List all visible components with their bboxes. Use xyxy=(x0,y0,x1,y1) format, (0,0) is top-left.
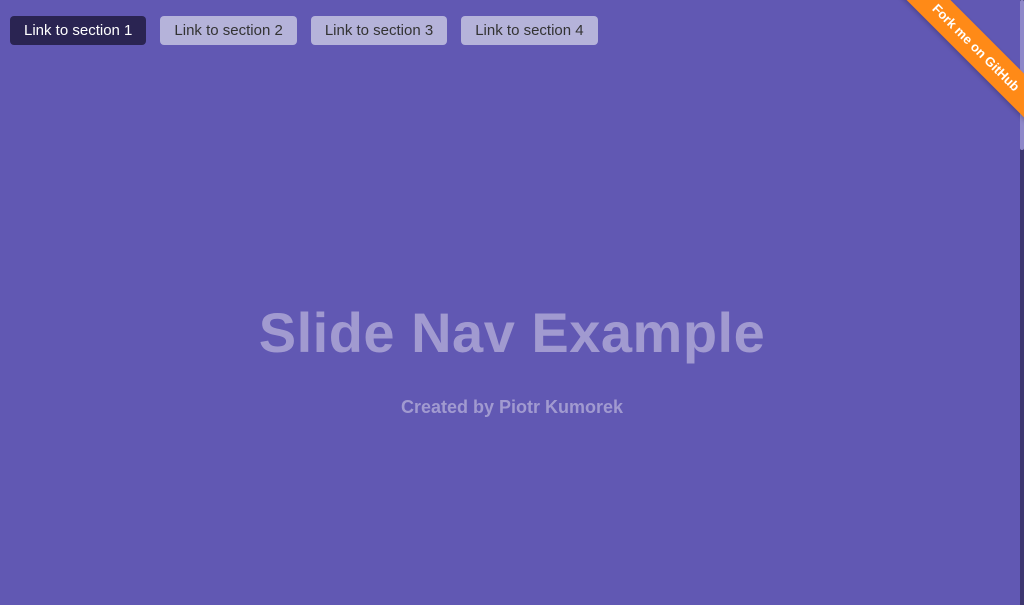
hero-section: Slide Nav Example Created by Piotr Kumor… xyxy=(0,300,1024,418)
section-nav: Link to section 1 Link to section 2 Link… xyxy=(10,16,598,45)
github-ribbon[interactable]: Fork me on GitHub xyxy=(887,0,1024,136)
nav-link-section-2[interactable]: Link to section 2 xyxy=(160,16,296,45)
hero-title: Slide Nav Example xyxy=(0,300,1024,365)
hero-subtitle: Created by Piotr Kumorek xyxy=(0,397,1024,418)
nav-link-section-4[interactable]: Link to section 4 xyxy=(461,16,597,45)
nav-link-section-1[interactable]: Link to section 1 xyxy=(10,16,146,45)
nav-link-section-3[interactable]: Link to section 3 xyxy=(311,16,447,45)
